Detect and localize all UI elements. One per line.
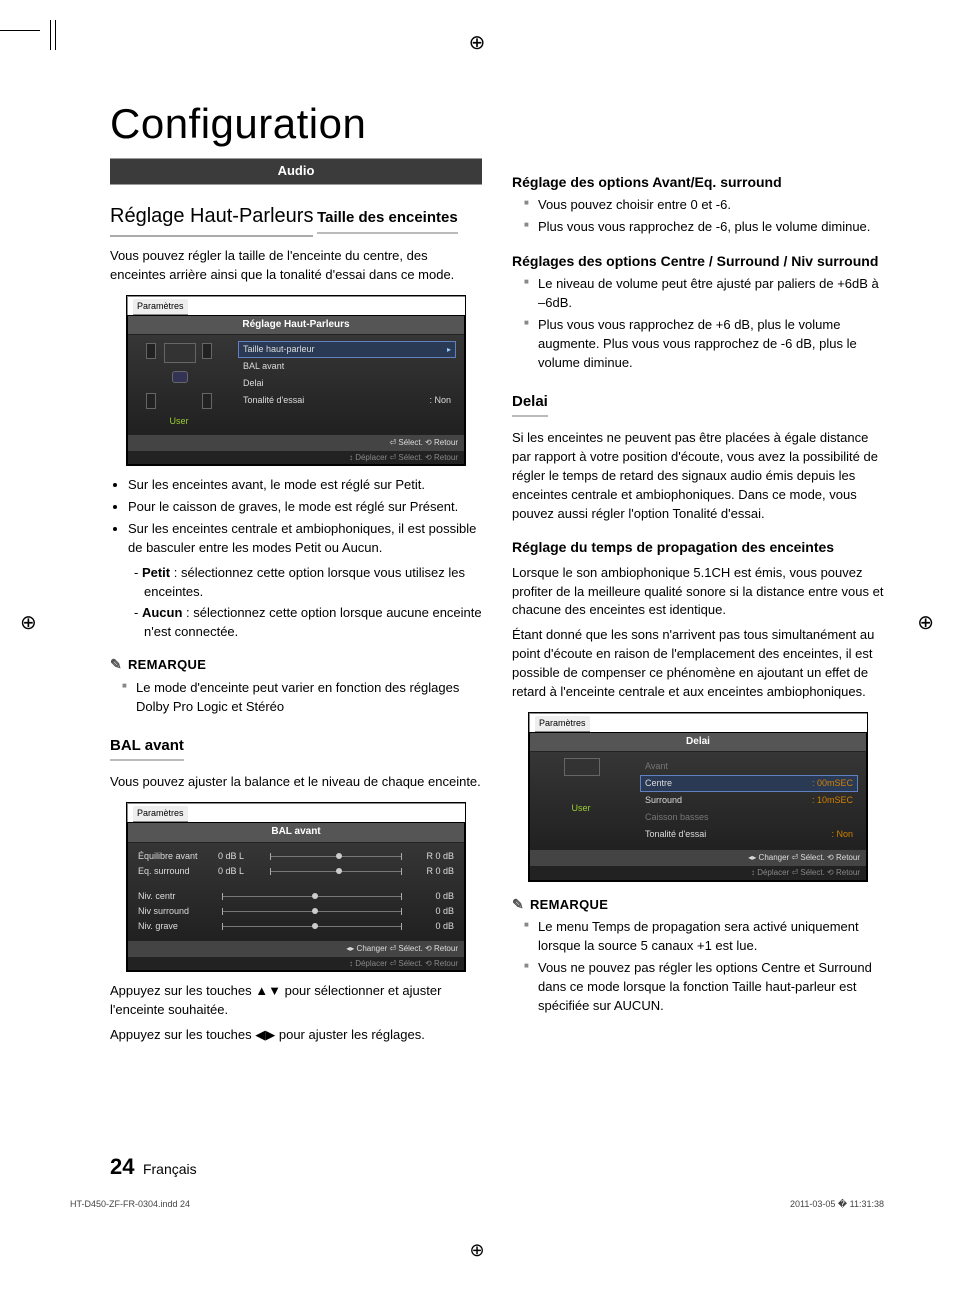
remark-list-1: Le mode d'enceinte peut varier en foncti… <box>110 679 482 717</box>
bal-instructions-2: Appuyez sur les touches ◀▶ pour ajuster … <box>110 1026 482 1045</box>
remark-list-2: Le menu Temps de propagation sera activé… <box>512 918 884 1015</box>
heading-speaker-setting: Réglage Haut-Parleurs <box>110 202 313 237</box>
page-number: 24 <box>110 1154 134 1179</box>
list-item: Plus vous vous rapprochez de -6, plus le… <box>524 218 884 237</box>
heading-delai: Delai <box>512 391 548 418</box>
ui1-row: Delai <box>238 375 456 392</box>
ui2-footer-2: ↕ Déplacer ⏎ Sélect. ⟲ Retour <box>128 957 464 971</box>
heading-speaker-size: Taille des enceintes <box>317 207 458 234</box>
registration-mark-bottom-icon: ⊕ <box>469 1240 484 1261</box>
audio-ribbon: Audio <box>110 158 482 185</box>
speaker-layout-icon <box>144 341 214 411</box>
bal-row: Niv. centr0 dB <box>138 889 454 904</box>
definition-item: - Aucun : sélectionnez cette option lors… <box>134 604 482 642</box>
list-item: Le mode d'enceinte peut varier en foncti… <box>122 679 482 717</box>
right-column: Réglage des options Avant/Eq. surround V… <box>512 158 884 1051</box>
heading-propagation: Réglage du temps de propagation des ence… <box>512 537 884 557</box>
ui3-row: Surround: 10mSEC <box>640 792 858 809</box>
page-language: Français <box>143 1161 197 1177</box>
registration-mark-left-icon: ⊕ <box>20 610 37 635</box>
text-prop-2: Étant donné que les sons n'arrivent pas … <box>512 626 884 701</box>
page-title: Configuration <box>110 100 884 148</box>
bal-instructions-1: Appuyez sur les touches ▲▼ pour sélectio… <box>110 982 482 1020</box>
heading-bal-avant: BAL avant <box>110 735 184 762</box>
heading-csr: Réglages des options Centre / Surround /… <box>512 251 884 271</box>
ui1-footer-2: ↕ Déplacer ⏎ Sélect. ⟲ Retour <box>128 451 464 465</box>
ui2-tab: Paramètres <box>133 806 188 822</box>
ui1-title: Réglage Haut-Parleurs <box>128 316 464 336</box>
speaker-layout-small-icon <box>546 758 616 798</box>
registration-mark-right-icon: ⊕ <box>917 610 934 635</box>
ui3-row: Caisson basses <box>640 809 858 826</box>
registration-mark-icon: ⊕ <box>469 30 486 55</box>
text-prop-1: Lorsque le son ambiophonique 5.1CH est é… <box>512 564 884 621</box>
print-file: HT-D450-ZF-FR-0304.indd 24 <box>70 1199 190 1210</box>
ui3-tab: Paramètres <box>535 716 590 732</box>
print-footer: HT-D450-ZF-FR-0304.indd 24 2011-03-05 � … <box>70 1199 884 1210</box>
ui1-user: User <box>134 415 224 428</box>
list-item: Vous pouvez choisir entre 0 et -6. <box>524 196 884 215</box>
ui2-title: BAL avant <box>128 823 464 843</box>
ui1-tab: Paramètres <box>133 299 188 315</box>
list-item: Sur les enceintes centrale et ambiophoni… <box>128 520 482 558</box>
print-date: 2011-03-05 � 11:31:38 <box>790 1199 884 1210</box>
note-icon: ✎ <box>110 656 122 672</box>
text-speaker-size: Vous pouvez régler la taille de l'encein… <box>110 247 482 285</box>
front-eq-bullets: Vous pouvez choisir entre 0 et -6. Plus v… <box>512 196 884 237</box>
ui1-row: BAL avant <box>238 358 456 375</box>
list-item: Sur les enceintes avant, le mode est rég… <box>128 476 482 495</box>
list-item: Le menu Temps de propagation sera activé… <box>524 918 884 956</box>
list-item: Plus vous vous rapprochez de +6 dB, plus… <box>524 316 884 373</box>
ui3-row: Tonalité d'essai: Non <box>640 826 858 843</box>
bal-row: Niv surround0 dB <box>138 904 454 919</box>
bal-row: Niv. grave0 dB <box>138 919 454 934</box>
remark-heading-2: ✎ REMARQUE <box>512 894 884 915</box>
heading-front-eq: Réglage des options Avant/Eq. surround <box>512 172 884 192</box>
ui-speaker-setting: Paramètres Réglage Haut-Parleurs User Ta… <box>126 295 466 467</box>
ui1-footer: ⏎ Sélect. ⟲ Retour <box>128 434 464 451</box>
csr-bullets: Le niveau de volume peut être ajusté par… <box>512 275 884 372</box>
ui-bal-avant: Paramètres BAL avant Équilibre avant0 dB… <box>126 802 466 972</box>
ui3-row: Avant <box>640 758 858 775</box>
ui-delai: Paramètres Delai User AvantCentre: 00mSE… <box>528 712 868 882</box>
ui3-user: User <box>536 802 626 815</box>
ui3-row: Centre: 00mSEC <box>640 775 858 792</box>
remark-heading-1: ✎ REMARQUE <box>110 654 482 675</box>
left-column: Audio Réglage Haut-Parleurs Taille des e… <box>110 158 482 1051</box>
note-icon: ✎ <box>512 896 524 912</box>
speaker-size-definitions: - Petit : sélectionnez cette option lors… <box>110 564 482 642</box>
speaker-size-bullets: Sur les enceintes avant, le mode est rég… <box>110 476 482 557</box>
ui3-footer-2: ↕ Déplacer ⏎ Sélect. ⟲ Retour <box>530 866 866 880</box>
list-item: Le niveau de volume peut être ajusté par… <box>524 275 884 313</box>
list-item: Vous ne pouvez pas régler les options Ce… <box>524 959 884 1016</box>
definition-item: - Petit : sélectionnez cette option lors… <box>134 564 482 602</box>
text-bal: Vous pouvez ajuster la balance et le niv… <box>110 773 482 792</box>
ui1-row: Taille haut-parleur ▸ <box>238 341 456 358</box>
ui3-title: Delai <box>530 733 866 753</box>
page-footer: 24 Français <box>110 1154 197 1180</box>
bal-row: Eq. surround0 dB LR 0 dB <box>138 864 454 879</box>
ui2-footer: ◂▸ Changer ⏎ Sélect. ⟲ Retour <box>128 940 464 957</box>
ui3-footer: ◂▸ Changer ⏎ Sélect. ⟲ Retour <box>530 849 866 866</box>
list-item: Pour le caisson de graves, le mode est r… <box>128 498 482 517</box>
text-delai: Si les enceintes ne peuvent pas être pla… <box>512 429 884 523</box>
ui1-row: Tonalité d'essai: Non <box>238 392 456 409</box>
bal-row: Équilibre avant0 dB LR 0 dB <box>138 849 454 864</box>
